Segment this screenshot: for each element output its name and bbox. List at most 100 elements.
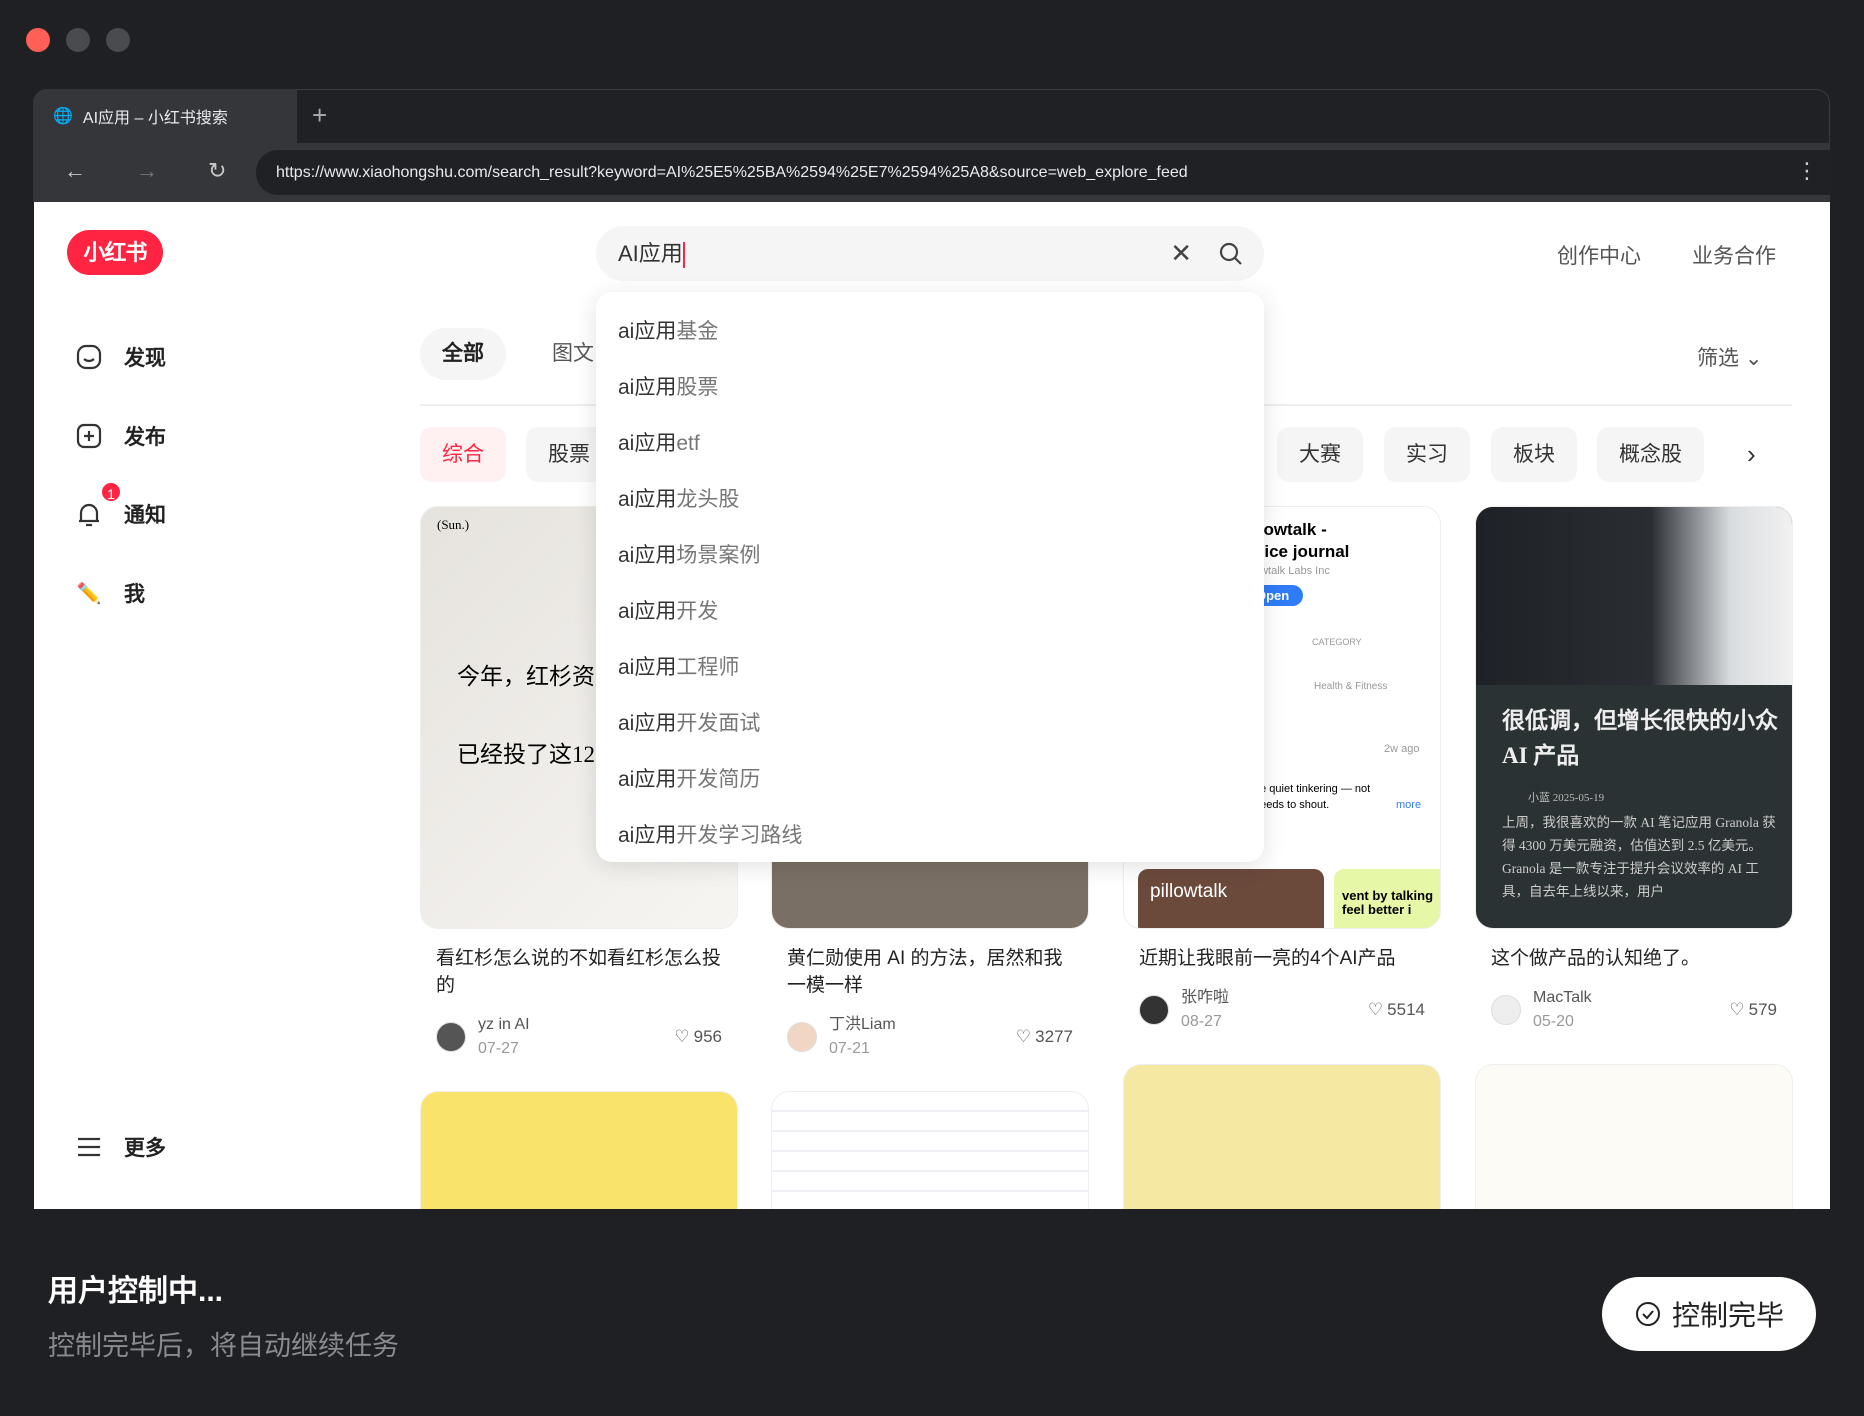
note-title[interactable]: 看红杉怎么说的不如看红杉怎么投的 bbox=[420, 945, 738, 999]
cover-text: owtalk Labs Inc bbox=[1254, 565, 1330, 577]
note-title[interactable]: 这个做产品的认知绝了。 bbox=[1475, 945, 1793, 972]
chevron-right-icon[interactable]: › bbox=[1725, 427, 1778, 482]
address-bar[interactable]: https://www.xiaohongshu.com/search_resul… bbox=[256, 150, 1830, 195]
cover-text: feel better i bbox=[1342, 902, 1412, 917]
reload-icon[interactable]: ↻ bbox=[208, 158, 226, 184]
suggestion-item[interactable]: ai应用etf bbox=[596, 416, 1264, 472]
creator-center-link[interactable]: 创作中心 bbox=[1557, 240, 1641, 270]
avatar[interactable] bbox=[436, 1022, 466, 1052]
filter-label: 筛选 bbox=[1697, 347, 1739, 370]
like-count: 579 bbox=[1748, 1000, 1777, 1019]
avatar: ✏️ bbox=[76, 582, 102, 605]
sidebar-more[interactable]: 更多 bbox=[74, 1132, 166, 1162]
cover-text: needs to shout. bbox=[1254, 799, 1330, 811]
suggestion-prefix: ai应用 bbox=[618, 768, 677, 791]
suggestion-prefix: ai应用 bbox=[618, 600, 677, 623]
suggestion-suffix: 基金 bbox=[676, 320, 719, 343]
note-title[interactable]: 近期让我眼前一亮的4个AI产品 bbox=[1123, 945, 1441, 972]
note-cover[interactable] bbox=[771, 1091, 1089, 1209]
note-date: 08-27 bbox=[1181, 1013, 1222, 1030]
cover-text: llowtalk - bbox=[1254, 520, 1327, 539]
cover-text: oice journal bbox=[1254, 542, 1350, 561]
suggestion-item[interactable]: ai应用开发学习路线 bbox=[596, 808, 1264, 864]
search-value: AI应用 bbox=[618, 241, 683, 266]
note-date: 07-21 bbox=[829, 1040, 870, 1057]
browser-tab[interactable]: 🌐 AI应用 – 小红书搜索 bbox=[33, 89, 297, 143]
globe-icon: 🌐 bbox=[53, 108, 73, 125]
sidebar-item-me[interactable]: ✏️ 我 bbox=[74, 578, 145, 608]
heart-icon: ♡ bbox=[674, 1027, 690, 1046]
suggestion-item[interactable]: ai应用开发简历 bbox=[596, 752, 1264, 808]
note-cover[interactable]: 很低调，但增长很快的小众 AI 产品 小蓝 2025-05-19 上周，我很喜欢… bbox=[1475, 506, 1793, 929]
suggestion-item[interactable]: ai应用股票 bbox=[596, 360, 1264, 416]
author-name[interactable]: MacTalk bbox=[1533, 986, 1592, 1010]
suggestion-prefix: ai应用 bbox=[618, 824, 677, 847]
maximize-window-button[interactable] bbox=[106, 28, 130, 52]
suggestion-item[interactable]: ai应用龙头股 bbox=[596, 472, 1264, 528]
note-cover[interactable] bbox=[1475, 1064, 1793, 1209]
like-button[interactable]: ♡ 3277 bbox=[1016, 1027, 1073, 1047]
cover-text: vent by talking bbox=[1342, 888, 1434, 903]
cover-text: ne quiet tinkering — not bbox=[1254, 783, 1371, 795]
sidebar-item-notifications[interactable]: 通知 bbox=[74, 499, 166, 529]
speaker-photo bbox=[1476, 507, 1792, 685]
note-cover[interactable] bbox=[1123, 1064, 1441, 1209]
suggestion-prefix: ai应用 bbox=[618, 656, 677, 679]
minimize-window-button[interactable] bbox=[66, 28, 90, 52]
cover-text: pillowtalk bbox=[1138, 869, 1324, 928]
tab-title: AI应用 – 小红书搜索 bbox=[82, 110, 228, 127]
bell-icon bbox=[79, 503, 99, 527]
search-input[interactable]: AI应用 ✕ bbox=[596, 226, 1264, 281]
clear-icon[interactable]: ✕ bbox=[1170, 226, 1192, 281]
chip-contest[interactable]: 大赛 bbox=[1277, 427, 1363, 482]
avatar[interactable] bbox=[1139, 995, 1169, 1025]
home-icon bbox=[76, 344, 102, 370]
like-button[interactable]: ♡ 5514 bbox=[1368, 1000, 1425, 1020]
tab-all[interactable]: 全部 bbox=[420, 328, 506, 380]
control-done-button[interactable]: 控制完毕 bbox=[1602, 1277, 1816, 1351]
note-title[interactable]: 黄仁勋使用 AI 的方法，居然和我一模一样 bbox=[771, 945, 1089, 999]
suggestion-suffix: 开发学习路线 bbox=[676, 824, 803, 847]
logo[interactable]: 小红书 bbox=[67, 230, 163, 275]
sidebar-label: 通知 bbox=[124, 504, 166, 527]
author-name[interactable]: 张咋啦 bbox=[1181, 986, 1229, 1010]
suggestion-suffix: 工程师 bbox=[676, 656, 740, 679]
filter-button[interactable]: 筛选 ⌄ bbox=[1697, 342, 1762, 372]
new-tab-button[interactable]: + bbox=[312, 100, 327, 131]
sidebar-label: 发布 bbox=[124, 426, 166, 449]
chip-comprehensive[interactable]: 综合 bbox=[420, 427, 506, 482]
hamburger-icon bbox=[78, 1137, 100, 1157]
suggestion-suffix: 场景案例 bbox=[676, 544, 761, 567]
author-name[interactable]: yz in AI bbox=[478, 1013, 530, 1037]
avatar[interactable] bbox=[1491, 995, 1521, 1025]
heart-icon: ♡ bbox=[1015, 1027, 1032, 1046]
author-name[interactable]: 丁洪Liam bbox=[829, 1013, 896, 1037]
back-icon[interactable]: ← bbox=[64, 158, 86, 184]
note-cover[interactable] bbox=[420, 1091, 738, 1209]
business-link[interactable]: 业务合作 bbox=[1692, 240, 1776, 270]
suggestion-item[interactable]: ai应用工程师 bbox=[596, 640, 1264, 696]
chip-sector[interactable]: 板块 bbox=[1491, 427, 1577, 482]
suggestion-item[interactable]: ai应用场景案例 bbox=[596, 528, 1264, 584]
sidebar-item-discover[interactable]: 发现 bbox=[74, 342, 166, 372]
cover-text: more bbox=[1396, 799, 1422, 811]
chip-concept-stocks[interactable]: 概念股 bbox=[1597, 427, 1704, 482]
like-button[interactable]: ♡ 579 bbox=[1729, 1000, 1777, 1020]
cover-text: 小蓝 2025-05-19 bbox=[1528, 792, 1605, 804]
avatar[interactable] bbox=[787, 1022, 817, 1052]
note-card[interactable]: 很低调，但增长很快的小众 AI 产品 小蓝 2025-05-19 上周，我很喜欢… bbox=[1475, 506, 1793, 1034]
suggestion-item[interactable]: ai应用开发 bbox=[596, 584, 1264, 640]
chip-internship[interactable]: 实习 bbox=[1384, 427, 1470, 482]
plus-square-icon bbox=[76, 423, 102, 449]
suggestion-item[interactable]: ai应用开发面试 bbox=[596, 696, 1264, 752]
cover-text: 今年，红杉资 bbox=[457, 664, 595, 689]
close-window-button[interactable] bbox=[26, 28, 50, 52]
forward-icon[interactable]: → bbox=[136, 158, 158, 184]
menu-kebab-icon[interactable]: ⋮ bbox=[1796, 158, 1818, 184]
heart-icon: ♡ bbox=[1729, 1000, 1745, 1019]
search-icon[interactable] bbox=[1218, 241, 1244, 267]
sidebar-item-publish[interactable]: 发布 bbox=[74, 421, 166, 451]
note-date: 05-20 bbox=[1533, 1013, 1574, 1030]
suggestion-item[interactable]: ai应用基金 bbox=[596, 304, 1264, 360]
like-button[interactable]: ♡ 956 bbox=[674, 1027, 722, 1047]
